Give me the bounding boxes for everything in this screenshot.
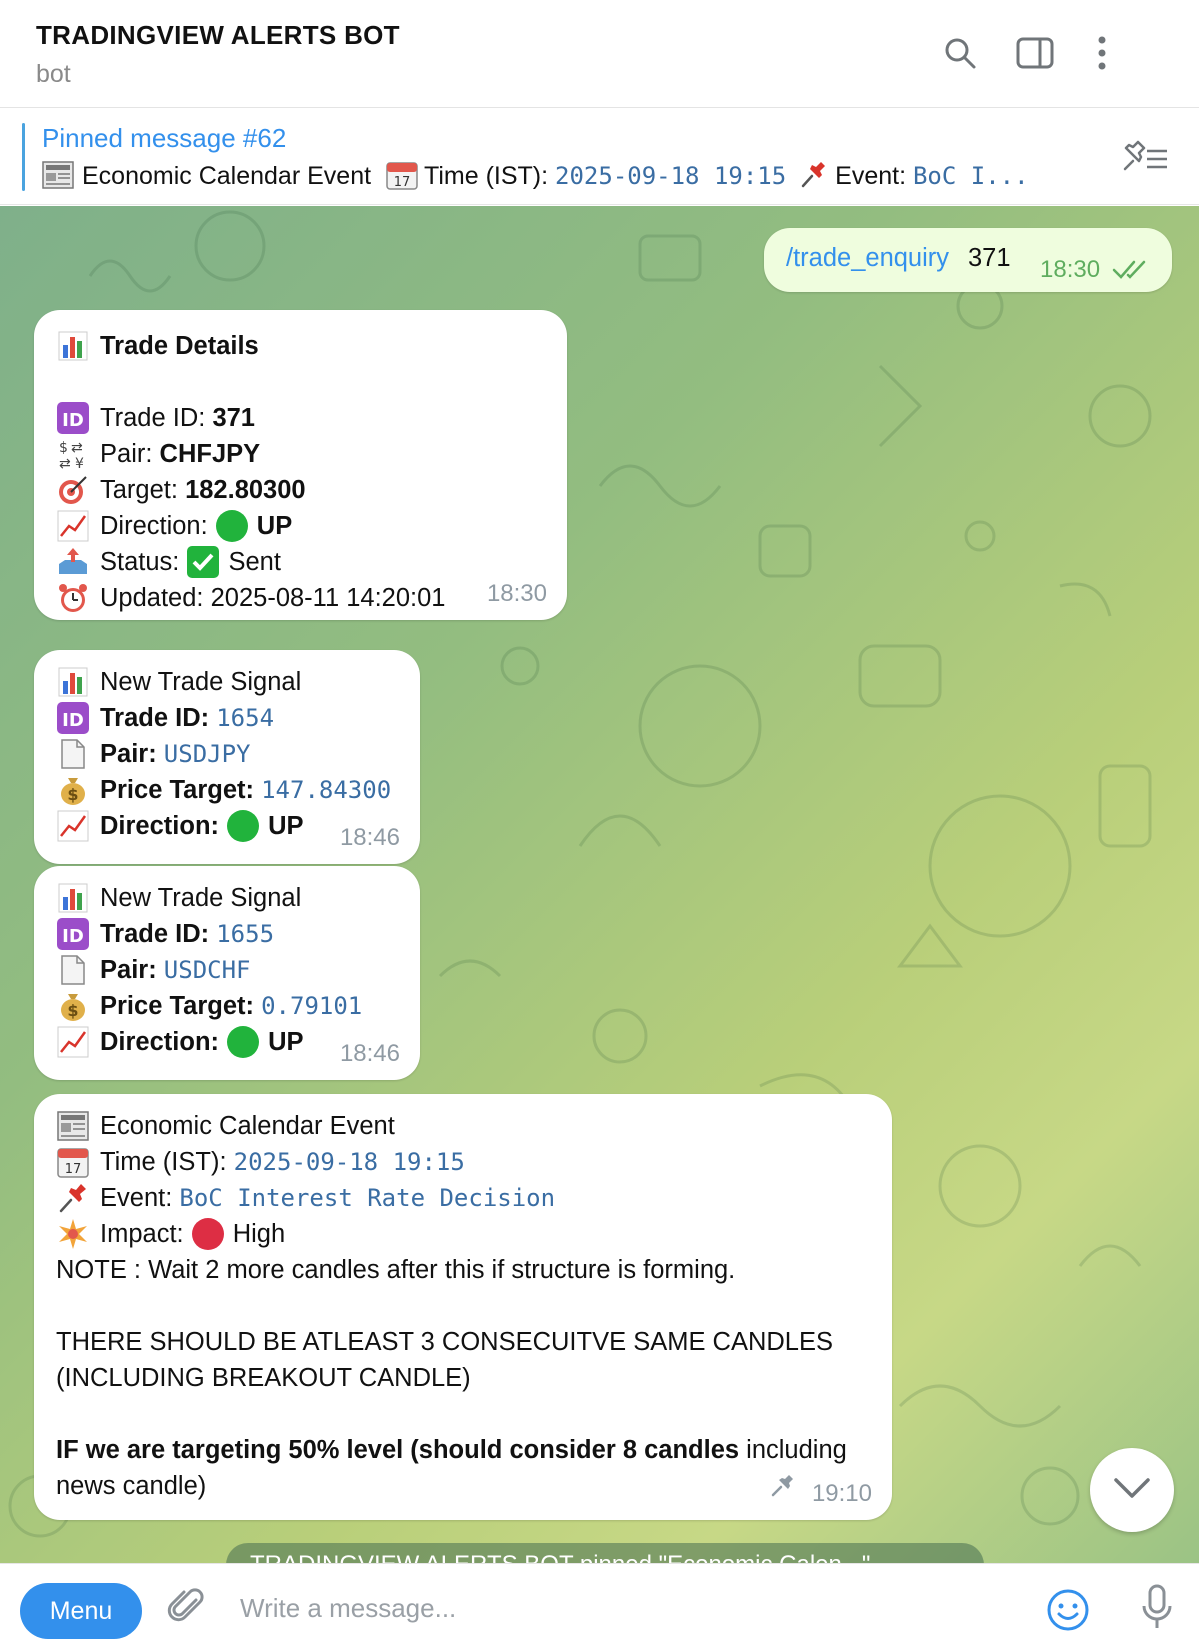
svg-text:⇄: ⇄ xyxy=(59,456,71,470)
message-time: 18:46 xyxy=(339,1040,400,1067)
chart-increasing-icon xyxy=(56,509,90,543)
microphone-icon[interactable] xyxy=(1140,1584,1174,1637)
pushpin-icon xyxy=(799,159,829,189)
command-argument: 371 xyxy=(968,244,1011,272)
svg-text:$: $ xyxy=(67,785,78,804)
trade-signal-message[interactable]: New Trade Signal ID Trade ID: 1655 Pair: … xyxy=(34,866,420,1080)
green-circle-icon xyxy=(226,1025,260,1059)
economic-event-message[interactable]: Economic Calendar Event 17 Time (IST): 20… xyxy=(34,1094,892,1520)
green-circle-icon xyxy=(226,809,260,843)
double-check-icon xyxy=(1112,258,1152,285)
trade-details-message[interactable]: Trade Details ID Trade ID: 371 $ ⇄ ⇄ ¥ Pair: … xyxy=(34,310,567,620)
message-time: 18:46 xyxy=(339,824,400,851)
emoji-icon[interactable] xyxy=(1046,1588,1090,1637)
id-icon: ID xyxy=(56,701,90,735)
collision-icon xyxy=(56,1217,90,1251)
chat-subtitle: bot xyxy=(36,60,71,88)
page-icon xyxy=(56,737,90,771)
message-time: 18:30 xyxy=(486,580,547,607)
scroll-down-button[interactable] xyxy=(1090,1448,1174,1532)
note-text: NOTE : Wait 2 more candles after this if… xyxy=(56,1256,736,1284)
svg-text:17: 17 xyxy=(65,1162,82,1177)
chat-title[interactable]: TRADINGVIEW ALERTS BOT xyxy=(36,20,400,51)
sidebar-toggle-icon[interactable] xyxy=(1012,30,1058,76)
bar-chart-icon xyxy=(56,881,90,915)
chat-header: TRADINGVIEW ALERTS BOT bot xyxy=(0,0,1199,108)
pinned-message-bar[interactable]: Pinned message #62 Economic Calendar Eve… xyxy=(0,109,1199,205)
message-time: 18:30 xyxy=(1040,256,1101,283)
svg-text:$: $ xyxy=(67,1001,78,1020)
target-icon xyxy=(56,473,90,507)
pinned-text: Economic Calendar Event 17 Time (IST): 20… xyxy=(42,159,1072,191)
trade-details-title: Trade Details xyxy=(100,332,259,360)
svg-text:17: 17 xyxy=(394,175,411,190)
bar-chart-icon xyxy=(56,665,90,699)
svg-text:¥: ¥ xyxy=(75,456,84,470)
currency-exchange-icon: $ ⇄ ⇄ ¥ xyxy=(56,437,90,471)
svg-text:ID: ID xyxy=(62,710,84,731)
newspaper-icon xyxy=(56,1109,90,1143)
pinned-indicator xyxy=(22,123,25,191)
chevron-down-icon xyxy=(1112,1476,1152,1505)
id-icon: ID xyxy=(56,917,90,951)
green-circle-icon xyxy=(215,509,249,543)
svg-text:ID: ID xyxy=(62,926,84,947)
svg-text:ID: ID xyxy=(62,410,84,431)
money-bag-icon: $ xyxy=(56,773,90,807)
message-input[interactable] xyxy=(240,1586,1000,1630)
alarm-clock-icon xyxy=(56,581,90,615)
money-bag-icon: $ xyxy=(56,989,90,1023)
pinned-list-icon[interactable] xyxy=(1117,139,1169,178)
more-vert-icon[interactable] xyxy=(1079,30,1125,76)
pinned-icon xyxy=(770,1472,796,1508)
rule-line-2: (INCLUDING BREAKOUT CANDLE) xyxy=(56,1364,471,1392)
outgoing-message[interactable]: /trade_enquiry 371 18:30 xyxy=(764,228,1172,292)
attach-icon[interactable] xyxy=(166,1586,206,1631)
calendar-icon: 17 xyxy=(56,1145,90,1179)
id-icon: ID xyxy=(56,401,90,435)
check-mark-button-icon xyxy=(186,545,220,579)
trade-signal-message[interactable]: New Trade Signal ID Trade ID: 1654 Pair: … xyxy=(34,650,420,864)
command-link[interactable]: /trade_enquiry xyxy=(786,244,949,273)
chart-increasing-icon xyxy=(56,1025,90,1059)
newspaper-icon xyxy=(42,161,74,189)
outbox-tray-icon xyxy=(56,545,90,579)
pinned-title: Pinned message #62 xyxy=(42,123,287,153)
calendar-icon: 17 xyxy=(386,160,418,190)
chart-increasing-icon xyxy=(56,809,90,843)
svg-text:⇄: ⇄ xyxy=(71,440,83,456)
svg-text:$: $ xyxy=(59,440,68,456)
page-icon xyxy=(56,953,90,987)
rule-line-1: THERE SHOULD BE ATLEAST 3 CONSECUITVE SA… xyxy=(56,1328,834,1356)
message-time: 19:10 xyxy=(811,1480,872,1507)
pushpin-icon xyxy=(56,1181,90,1215)
red-circle-icon xyxy=(191,1217,225,1251)
message-composer: Menu xyxy=(0,1563,1199,1647)
search-icon[interactable] xyxy=(937,30,983,76)
menu-button[interactable]: Menu xyxy=(20,1583,142,1639)
bar-chart-icon xyxy=(56,329,90,363)
